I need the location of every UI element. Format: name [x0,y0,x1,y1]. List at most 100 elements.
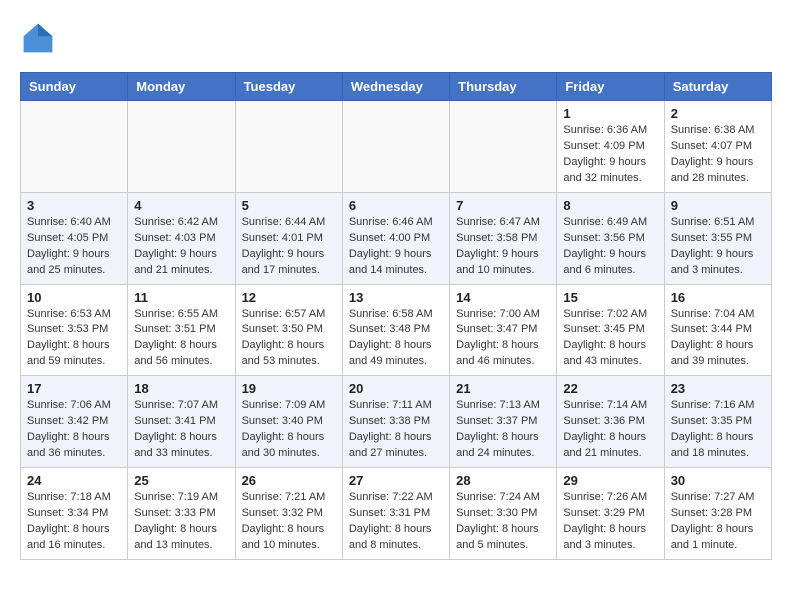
day-detail: Sunrise: 7:16 AM Sunset: 3:35 PM Dayligh… [671,398,765,462]
day-detail: Sunrise: 6:53 AM Sunset: 3:53 PM Dayligh… [27,307,121,371]
calendar-week-row: 17 Sunrise: 7:06 AM Sunset: 3:42 PM Dayl… [21,376,772,468]
day-number: 13 [349,290,443,305]
calendar-cell [342,101,449,193]
calendar-cell: 25 Sunrise: 7:19 AM Sunset: 3:33 PM Dayl… [128,468,235,560]
day-detail: Sunrise: 7:27 AM Sunset: 3:28 PM Dayligh… [671,490,765,554]
day-number: 28 [456,473,550,488]
day-number: 4 [134,198,228,213]
day-number: 9 [671,198,765,213]
calendar-cell: 4 Sunrise: 6:42 AM Sunset: 4:03 PM Dayli… [128,192,235,284]
day-number: 19 [242,381,336,396]
calendar-cell: 18 Sunrise: 7:07 AM Sunset: 3:41 PM Dayl… [128,376,235,468]
page-header [20,20,772,56]
day-number: 21 [456,381,550,396]
day-number: 5 [242,198,336,213]
day-detail: Sunrise: 7:22 AM Sunset: 3:31 PM Dayligh… [349,490,443,554]
calendar-cell: 28 Sunrise: 7:24 AM Sunset: 3:30 PM Dayl… [450,468,557,560]
day-number: 23 [671,381,765,396]
logo [20,20,60,56]
calendar-week-row: 24 Sunrise: 7:18 AM Sunset: 3:34 PM Dayl… [21,468,772,560]
calendar-cell: 2 Sunrise: 6:38 AM Sunset: 4:07 PM Dayli… [664,101,771,193]
day-detail: Sunrise: 7:06 AM Sunset: 3:42 PM Dayligh… [27,398,121,462]
day-detail: Sunrise: 6:49 AM Sunset: 3:56 PM Dayligh… [563,215,657,279]
calendar-cell: 13 Sunrise: 6:58 AM Sunset: 3:48 PM Dayl… [342,284,449,376]
day-detail: Sunrise: 7:26 AM Sunset: 3:29 PM Dayligh… [563,490,657,554]
calendar-cell [21,101,128,193]
calendar-cell: 19 Sunrise: 7:09 AM Sunset: 3:40 PM Dayl… [235,376,342,468]
day-number: 27 [349,473,443,488]
day-number: 2 [671,106,765,121]
day-detail: Sunrise: 6:55 AM Sunset: 3:51 PM Dayligh… [134,307,228,371]
calendar-cell [235,101,342,193]
calendar-table: SundayMondayTuesdayWednesdayThursdayFrid… [20,72,772,560]
day-number: 10 [27,290,121,305]
day-number: 12 [242,290,336,305]
calendar-cell: 12 Sunrise: 6:57 AM Sunset: 3:50 PM Dayl… [235,284,342,376]
calendar-cell: 1 Sunrise: 6:36 AM Sunset: 4:09 PM Dayli… [557,101,664,193]
day-number: 7 [456,198,550,213]
calendar-cell: 24 Sunrise: 7:18 AM Sunset: 3:34 PM Dayl… [21,468,128,560]
day-detail: Sunrise: 6:42 AM Sunset: 4:03 PM Dayligh… [134,215,228,279]
day-detail: Sunrise: 7:19 AM Sunset: 3:33 PM Dayligh… [134,490,228,554]
calendar-cell: 7 Sunrise: 6:47 AM Sunset: 3:58 PM Dayli… [450,192,557,284]
calendar-cell: 22 Sunrise: 7:14 AM Sunset: 3:36 PM Dayl… [557,376,664,468]
day-number: 30 [671,473,765,488]
day-detail: Sunrise: 7:13 AM Sunset: 3:37 PM Dayligh… [456,398,550,462]
day-detail: Sunrise: 7:18 AM Sunset: 3:34 PM Dayligh… [27,490,121,554]
day-number: 6 [349,198,443,213]
day-number: 22 [563,381,657,396]
calendar-cell: 20 Sunrise: 7:11 AM Sunset: 3:38 PM Dayl… [342,376,449,468]
calendar-cell: 21 Sunrise: 7:13 AM Sunset: 3:37 PM Dayl… [450,376,557,468]
day-detail: Sunrise: 6:46 AM Sunset: 4:00 PM Dayligh… [349,215,443,279]
calendar-week-row: 1 Sunrise: 6:36 AM Sunset: 4:09 PM Dayli… [21,101,772,193]
calendar-header-sunday: Sunday [21,73,128,101]
calendar-cell: 14 Sunrise: 7:00 AM Sunset: 3:47 PM Dayl… [450,284,557,376]
calendar-week-row: 3 Sunrise: 6:40 AM Sunset: 4:05 PM Dayli… [21,192,772,284]
day-detail: Sunrise: 6:51 AM Sunset: 3:55 PM Dayligh… [671,215,765,279]
calendar-cell: 10 Sunrise: 6:53 AM Sunset: 3:53 PM Dayl… [21,284,128,376]
day-detail: Sunrise: 6:44 AM Sunset: 4:01 PM Dayligh… [242,215,336,279]
day-detail: Sunrise: 6:47 AM Sunset: 3:58 PM Dayligh… [456,215,550,279]
calendar-header-row: SundayMondayTuesdayWednesdayThursdayFrid… [21,73,772,101]
calendar-cell: 26 Sunrise: 7:21 AM Sunset: 3:32 PM Dayl… [235,468,342,560]
calendar-header-wednesday: Wednesday [342,73,449,101]
calendar-header-saturday: Saturday [664,73,771,101]
day-number: 3 [27,198,121,213]
day-detail: Sunrise: 7:14 AM Sunset: 3:36 PM Dayligh… [563,398,657,462]
day-detail: Sunrise: 7:24 AM Sunset: 3:30 PM Dayligh… [456,490,550,554]
calendar-cell: 8 Sunrise: 6:49 AM Sunset: 3:56 PM Dayli… [557,192,664,284]
day-number: 29 [563,473,657,488]
day-detail: Sunrise: 6:40 AM Sunset: 4:05 PM Dayligh… [27,215,121,279]
calendar-cell [128,101,235,193]
day-detail: Sunrise: 6:38 AM Sunset: 4:07 PM Dayligh… [671,123,765,187]
calendar-cell: 23 Sunrise: 7:16 AM Sunset: 3:35 PM Dayl… [664,376,771,468]
calendar-header-friday: Friday [557,73,664,101]
day-detail: Sunrise: 6:58 AM Sunset: 3:48 PM Dayligh… [349,307,443,371]
day-detail: Sunrise: 6:57 AM Sunset: 3:50 PM Dayligh… [242,307,336,371]
calendar-cell: 5 Sunrise: 6:44 AM Sunset: 4:01 PM Dayli… [235,192,342,284]
calendar-header-thursday: Thursday [450,73,557,101]
day-detail: Sunrise: 7:09 AM Sunset: 3:40 PM Dayligh… [242,398,336,462]
day-detail: Sunrise: 7:21 AM Sunset: 3:32 PM Dayligh… [242,490,336,554]
day-number: 26 [242,473,336,488]
day-detail: Sunrise: 7:11 AM Sunset: 3:38 PM Dayligh… [349,398,443,462]
day-detail: Sunrise: 7:04 AM Sunset: 3:44 PM Dayligh… [671,307,765,371]
calendar-cell: 11 Sunrise: 6:55 AM Sunset: 3:51 PM Dayl… [128,284,235,376]
day-detail: Sunrise: 6:36 AM Sunset: 4:09 PM Dayligh… [563,123,657,187]
day-number: 18 [134,381,228,396]
calendar-cell: 17 Sunrise: 7:06 AM Sunset: 3:42 PM Dayl… [21,376,128,468]
calendar-cell: 9 Sunrise: 6:51 AM Sunset: 3:55 PM Dayli… [664,192,771,284]
calendar-header-tuesday: Tuesday [235,73,342,101]
calendar-cell: 30 Sunrise: 7:27 AM Sunset: 3:28 PM Dayl… [664,468,771,560]
calendar-cell: 6 Sunrise: 6:46 AM Sunset: 4:00 PM Dayli… [342,192,449,284]
day-number: 15 [563,290,657,305]
calendar-cell: 15 Sunrise: 7:02 AM Sunset: 3:45 PM Dayl… [557,284,664,376]
calendar-cell: 3 Sunrise: 6:40 AM Sunset: 4:05 PM Dayli… [21,192,128,284]
day-number: 8 [563,198,657,213]
day-detail: Sunrise: 7:02 AM Sunset: 3:45 PM Dayligh… [563,307,657,371]
day-detail: Sunrise: 7:00 AM Sunset: 3:47 PM Dayligh… [456,307,550,371]
day-number: 1 [563,106,657,121]
day-number: 24 [27,473,121,488]
day-number: 14 [456,290,550,305]
day-number: 17 [27,381,121,396]
